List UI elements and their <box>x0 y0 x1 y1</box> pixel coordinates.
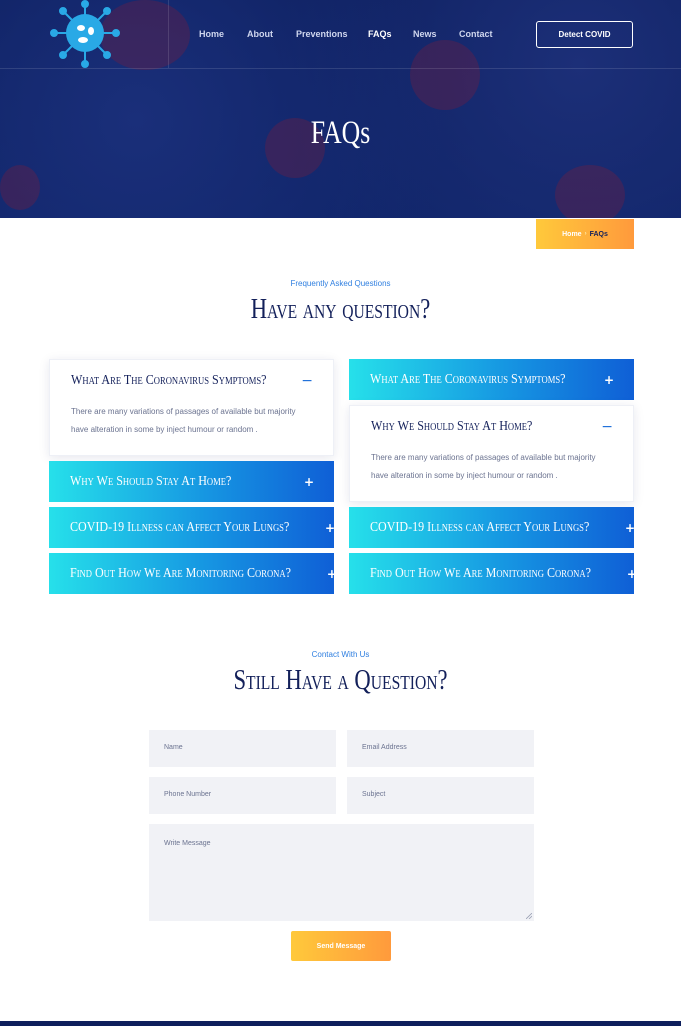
hero-banner: Home About Preventions FAQs News Contact… <box>0 0 681 218</box>
hero-virus-decoration <box>410 40 480 110</box>
message-placeholder: Write Message <box>164 840 211 847</box>
faq-answer: There are many variations of passages of… <box>71 407 296 434</box>
subject-field[interactable]: Subject <box>347 777 534 814</box>
faq-column-left: What Are The Coronavirus Symptoms? − The… <box>49 359 337 599</box>
faq-eyebrow: Frequently Asked Questions <box>290 279 391 288</box>
faq-question-toggle[interactable]: Why We Should Stay At Home? − <box>350 406 633 447</box>
plus-icon: + <box>324 520 336 535</box>
plus-icon: + <box>303 474 314 489</box>
message-textarea[interactable]: Write Message <box>149 824 534 921</box>
faq-item: What Are The Coronavirus Symptoms? + <box>349 359 634 400</box>
faq-question: COVID-19 Illness can Affect Your Lungs? <box>70 519 290 535</box>
breadcrumb-separator: › <box>584 231 587 237</box>
nav-link-news[interactable]: News <box>413 29 437 39</box>
faq-question: Find Out How We Are Monitoring Corona? <box>70 565 291 581</box>
faq-question: COVID-19 Illness can Affect Your Lungs? <box>370 519 590 535</box>
faq-item: Find Out How We Are Monitoring Corona? + <box>49 553 337 594</box>
faq-question-toggle[interactable]: Find Out How We Are Monitoring Corona? + <box>49 553 337 594</box>
nav-link-about[interactable]: About <box>247 29 273 39</box>
faq-item: Why We Should Stay At Home? − There are … <box>349 405 634 502</box>
send-message-button[interactable]: Send Message <box>291 931 391 961</box>
nav-link-home[interactable]: Home <box>199 29 224 39</box>
breadcrumb-home-link[interactable]: Home <box>562 231 581 238</box>
plus-icon: + <box>626 566 637 581</box>
faq-question: What Are The Coronavirus Symptoms? <box>71 372 267 388</box>
faq-question: Why We Should Stay At Home? <box>371 418 533 434</box>
phone-field[interactable]: Phone Number <box>149 777 336 814</box>
plus-icon: + <box>326 566 337 581</box>
breadcrumb-current: FAQs <box>589 230 608 238</box>
faq-question-toggle[interactable]: COVID-19 Illness can Affect Your Lungs? … <box>349 507 636 548</box>
breadcrumb: Home › FAQs <box>536 219 634 249</box>
nav-link-preventions[interactable]: Preventions <box>296 29 348 39</box>
faq-question-toggle[interactable]: COVID-19 Illness can Affect Your Lungs? … <box>49 507 336 548</box>
faq-question: Find Out How We Are Monitoring Corona? <box>370 565 591 581</box>
plus-icon: + <box>624 520 636 535</box>
footer-strip <box>0 1021 681 1026</box>
contact-eyebrow: Contact With Us <box>311 650 370 659</box>
faq-question-toggle[interactable]: What Are The Coronavirus Symptoms? − <box>50 360 333 401</box>
faq-question-toggle[interactable]: Why We Should Stay At Home? + <box>49 461 334 502</box>
header-divider <box>0 68 681 69</box>
hero-virus-decoration <box>0 165 40 210</box>
faq-question: Why We Should Stay At Home? <box>70 473 232 489</box>
nav-link-faqs[interactable]: FAQs <box>368 29 392 39</box>
contact-section-title: Still Have a Question? <box>233 664 448 696</box>
faq-section-title: Have any question? <box>250 293 431 325</box>
faq-question-toggle[interactable]: What Are The Coronavirus Symptoms? + <box>349 359 634 400</box>
nav-link-contact[interactable]: Contact <box>459 29 493 39</box>
faq-item: COVID-19 Illness can Affect Your Lungs? … <box>49 507 336 548</box>
faq-answer: There are many variations of passages of… <box>371 453 596 480</box>
faq-item: COVID-19 Illness can Affect Your Lungs? … <box>349 507 636 548</box>
faq-item: Find Out How We Are Monitoring Corona? + <box>349 553 637 594</box>
resize-handle-icon[interactable] <box>526 913 532 919</box>
plus-icon: + <box>603 372 614 387</box>
email-field[interactable]: Email Address <box>347 730 534 767</box>
faq-question-toggle[interactable]: Find Out How We Are Monitoring Corona? + <box>349 553 637 594</box>
faq-question: What Are The Coronavirus Symptoms? <box>370 371 566 387</box>
minus-icon: − <box>301 372 313 389</box>
hero-virus-decoration <box>555 165 625 218</box>
minus-icon: − <box>601 418 613 435</box>
page-title: FAQs <box>310 115 371 151</box>
faq-item: What Are The Coronavirus Symptoms? − The… <box>49 359 334 456</box>
detect-covid-button[interactable]: Detect COVID <box>536 21 633 48</box>
faq-item: Why We Should Stay At Home? + <box>49 461 334 502</box>
faq-column-right: What Are The Coronavirus Symptoms? + Why… <box>349 359 637 599</box>
name-field[interactable]: Name <box>149 730 336 767</box>
